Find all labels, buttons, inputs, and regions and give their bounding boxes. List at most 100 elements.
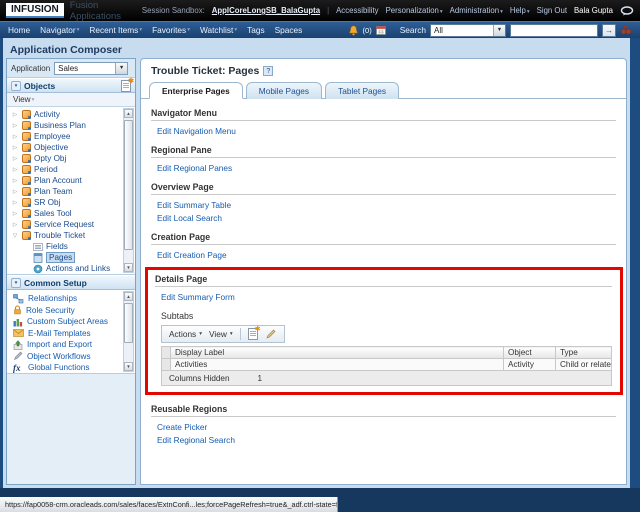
tab-mobile-pages[interactable]: Mobile Pages	[246, 82, 322, 99]
collapse-icon[interactable]: ▾	[11, 81, 21, 91]
session-sandbox-link[interactable]: ApplCoreLongSB_BalaGupta	[212, 6, 320, 15]
edit-regional-panes-link[interactable]: Edit Regional Panes	[157, 163, 616, 173]
edit-summary-table-link[interactable]: Edit Summary Table	[157, 200, 616, 210]
objects-tree: ▷Activity ▷ Business Plan ▷Employee ▷Obje…	[7, 107, 135, 275]
edit-navigation-menu-link[interactable]: Edit Navigation Menu	[157, 126, 616, 136]
scroll-thumb[interactable]	[124, 120, 133, 250]
help-icon[interactable]: ?	[263, 66, 273, 76]
columns-hidden-value: 1	[258, 374, 263, 383]
nav-spaces[interactable]: Spaces	[275, 25, 303, 35]
calendar-icon[interactable]	[376, 25, 386, 35]
help-menu[interactable]: Help▾	[510, 6, 530, 15]
alerts-bell-icon[interactable]	[348, 25, 359, 36]
tree-item-actions-and-links[interactable]: Actions and Links	[11, 263, 121, 274]
administration-menu[interactable]: Administration▾	[450, 6, 503, 15]
table-row[interactable]: Activities Activity Child or related obj…	[162, 359, 612, 371]
edit-creation-page-link[interactable]: Edit Creation Page	[157, 250, 616, 260]
accessibility-link[interactable]: Accessibility	[336, 6, 378, 15]
separator: |	[327, 6, 329, 15]
expand-icon[interactable]: ▷	[11, 167, 19, 173]
nav-watchlist[interactable]: Watchlist▾	[200, 25, 237, 35]
expand-icon[interactable]: ▷	[11, 211, 19, 217]
common-setup-object-workflows[interactable]: Object Workflows	[13, 351, 121, 363]
search-go-button[interactable]: →	[602, 24, 616, 37]
expand-icon[interactable]: ▷	[11, 134, 19, 140]
expand-icon[interactable]: ▷	[11, 200, 19, 206]
tree-item-sr-obj[interactable]: ▷SR Obj	[11, 197, 121, 208]
col-type[interactable]: Type	[556, 347, 612, 359]
tab-enterprise-pages[interactable]: Enterprise Pages	[149, 82, 243, 99]
scroll-thumb[interactable]	[124, 303, 133, 343]
tree-item-plan-team[interactable]: ▷Plan Team	[11, 186, 121, 197]
fields-icon	[33, 242, 43, 252]
scroll-down-icon[interactable]: ▼	[124, 263, 133, 272]
nav-navigator-label: Navigator	[40, 25, 76, 35]
edit-regional-search-link[interactable]: Edit Regional Search	[157, 435, 616, 445]
tree-item-objective[interactable]: ▷Objective	[11, 142, 121, 153]
create-picker-link[interactable]: Create Picker	[157, 422, 616, 432]
tree-item-business-plan[interactable]: ▷ Business Plan	[11, 120, 121, 131]
nav-recent-items[interactable]: Recent Items▾	[89, 25, 142, 35]
administration-label: Administration	[450, 6, 499, 15]
nav-favorites[interactable]: Favorites▾	[152, 25, 190, 35]
chat-icon[interactable]	[620, 6, 634, 16]
tree-scrollbar[interactable]: ▲ ▼	[123, 108, 134, 273]
nav-home[interactable]: Home	[8, 25, 30, 35]
nav-navigator[interactable]: Navigator▾	[40, 25, 79, 35]
common-setup-custom-subject-areas[interactable]: Custom Subject Areas	[13, 316, 121, 328]
collapse-icon[interactable]: ▾	[11, 278, 21, 288]
tree-item-trouble-ticket[interactable]: ▽Trouble Ticket	[11, 230, 121, 241]
actions-links-icon	[33, 264, 43, 274]
edit-icon[interactable]	[265, 328, 277, 340]
tree-item-employee[interactable]: ▷Employee	[11, 131, 121, 142]
new-object-icon[interactable]: ✱	[121, 80, 131, 92]
expand-icon[interactable]: ▷	[11, 178, 19, 184]
create-subtab-icon[interactable]: ✱	[248, 328, 258, 340]
nav-tags[interactable]: Tags	[247, 25, 265, 35]
tree-item-pages[interactable]: Pages	[11, 252, 121, 263]
actions-menu-button[interactable]: Actions▾	[169, 329, 202, 339]
tree-item-period[interactable]: ▷Period	[11, 164, 121, 175]
common-setup-role-security[interactable]: Role Security	[13, 305, 121, 317]
tree-item-service-request[interactable]: ▷Service Request	[11, 219, 121, 230]
application-select[interactable]: Sales▼	[54, 62, 128, 75]
tab-tablet-pages[interactable]: Tablet Pages	[325, 82, 399, 99]
search-input[interactable]	[510, 24, 598, 37]
common-setup-relationships[interactable]: Relationships	[13, 293, 121, 305]
collapse-icon[interactable]: ▽	[11, 233, 19, 239]
common-setup-email-templates[interactable]: E-Mail Templates	[13, 328, 121, 340]
expand-icon[interactable]: ▷	[11, 189, 19, 195]
expand-icon[interactable]: ▷	[11, 145, 19, 151]
tree-view-menu[interactable]: View▾	[7, 93, 135, 107]
personalization-menu[interactable]: Personalization▾	[386, 6, 443, 15]
tree-item-sales-tool[interactable]: ▷Sales Tool	[11, 208, 121, 219]
expand-icon[interactable]: ▷	[11, 222, 19, 228]
star-icon: ✱	[255, 325, 261, 333]
edit-summary-form-link[interactable]: Edit Summary Form	[161, 292, 612, 302]
common-setup-import-export[interactable]: Import and Export	[13, 339, 121, 351]
col-object[interactable]: Object	[504, 347, 556, 359]
cell-type: Child or related object	[556, 359, 612, 371]
edit-local-search-link[interactable]: Edit Local Search	[157, 213, 616, 223]
tree-item-opty-obj[interactable]: ▷Opty Obj	[11, 153, 121, 164]
common-setup-global-functions[interactable]: fx Global Functions	[13, 362, 121, 374]
common-setup-header-label: Common Setup	[24, 278, 87, 288]
scroll-down-icon[interactable]: ▼	[124, 362, 133, 371]
search-scope-select[interactable]: All▼	[430, 24, 506, 37]
common-setup-scrollbar[interactable]: ▲ ▼	[123, 291, 134, 372]
sign-out-link[interactable]: Sign Out	[537, 6, 567, 15]
tree-item-label: Business Plan	[34, 121, 86, 130]
advanced-search-icon[interactable]	[620, 25, 632, 36]
tree-item-activity[interactable]: ▷Activity	[11, 109, 121, 120]
col-display-label[interactable]: Display Label	[171, 347, 504, 359]
expand-icon[interactable]: ▷	[11, 156, 19, 162]
row-gutter	[162, 347, 171, 359]
tree-item-fields[interactable]: Fields	[11, 241, 121, 252]
scroll-up-icon[interactable]: ▲	[124, 109, 133, 118]
scroll-up-icon[interactable]: ▲	[124, 292, 133, 301]
expand-icon[interactable]: ▷	[11, 123, 19, 129]
view-menu-button[interactable]: View▾	[209, 329, 233, 339]
expand-icon[interactable]: ▷	[11, 112, 19, 118]
sidebar: Application Sales▼ ▾ Objects ✱ View▾ ▷Ac…	[6, 58, 136, 485]
tree-item-plan-account[interactable]: ▷Plan Account	[11, 175, 121, 186]
